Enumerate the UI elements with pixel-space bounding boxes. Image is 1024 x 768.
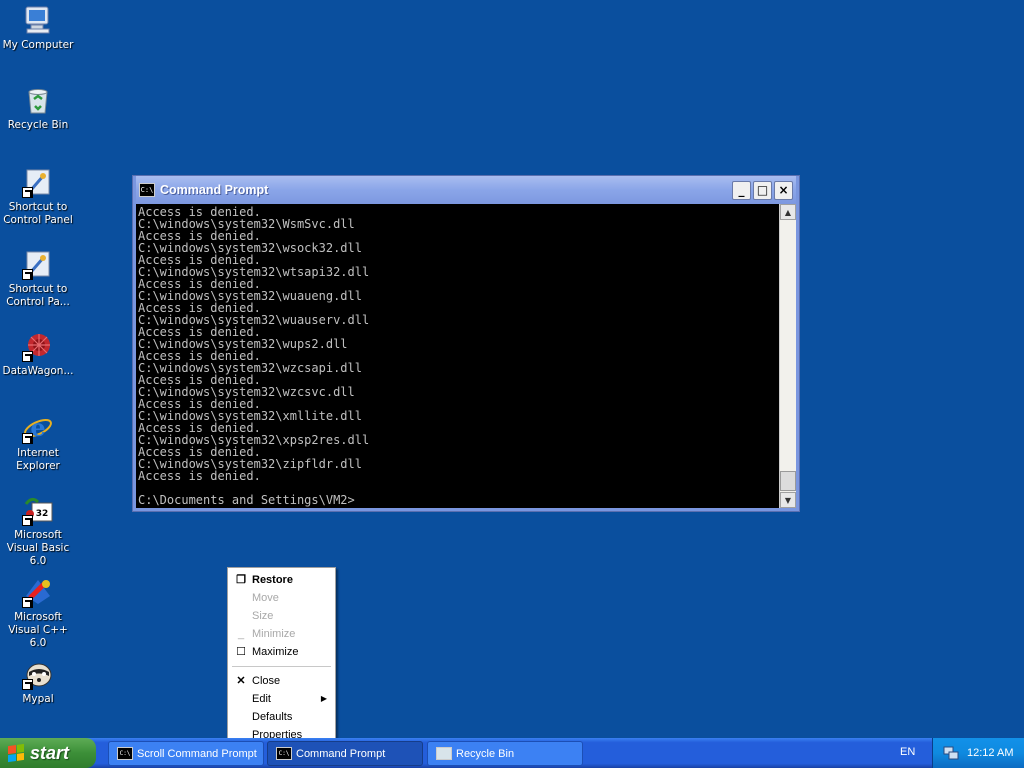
- menu-item-label: Maximize: [252, 646, 299, 658]
- cmd-icon: C:\: [276, 747, 292, 760]
- menu-item-edit[interactable]: Edit ▶: [230, 690, 333, 708]
- desktop-icon-label: Recycle Bin: [7, 119, 69, 131]
- mypal-icon: [22, 658, 54, 690]
- vertical-scrollbar[interactable]: ▲ ▼: [779, 204, 796, 508]
- desktop-icon-label: Internet Explorer: [16, 447, 60, 472]
- submenu-arrow-icon: ▶: [320, 694, 327, 703]
- menu-item-label: Minimize: [252, 628, 296, 640]
- desktop-icon-label: Mypal: [22, 693, 54, 705]
- menu-separator: [232, 666, 331, 667]
- system-tray: 12:12 AM: [932, 738, 1024, 768]
- menu-item-label: Move: [252, 592, 279, 604]
- menu-item-defaults[interactable]: Defaults: [230, 708, 333, 726]
- shortcut-arrow-icon: [22, 269, 33, 280]
- shortcut-arrow-icon: [22, 351, 33, 362]
- scrollbar-thumb[interactable]: [780, 471, 796, 491]
- close-button[interactable]: ×: [774, 180, 793, 200]
- desktop-icon-visual-basic[interactable]: 32 Microsoft Visual Basic 6.0: [0, 494, 76, 568]
- desktop-icon-datawagon[interactable]: DataWagon...: [0, 330, 76, 378]
- close-icon: ✕: [236, 675, 246, 687]
- visual-basic-icon: 32: [22, 494, 54, 526]
- menu-item-move: Move: [230, 589, 333, 607]
- taskbar-button-label: Recycle Bin: [456, 747, 515, 760]
- desktop-icon-label: Microsoft Visual Basic 6.0: [6, 529, 70, 567]
- menu-item-label: Defaults: [252, 711, 293, 723]
- cmd-icon: C:\: [117, 747, 133, 760]
- desktop-icon-label: My Computer: [2, 39, 74, 51]
- shortcut-arrow-icon: [22, 433, 33, 444]
- desktop-icon-control-panel[interactable]: Shortcut to Control Panel: [0, 166, 76, 227]
- desktop-icon-label: Microsoft Visual C++ 6.0: [8, 611, 68, 649]
- desktop-icon-label: Shortcut to Control Panel: [3, 201, 73, 226]
- start-label: start: [30, 742, 70, 763]
- system-menu: ❐ Restore Move Size _ Minimize ☐ Maximiz…: [227, 567, 336, 749]
- window-title: Command Prompt: [160, 183, 269, 197]
- maximize-icon: ☐: [236, 646, 246, 658]
- desktop-icon-label: DataWagon...: [2, 365, 74, 377]
- console-output[interactable]: Access is denied. C:\windows\system32\Ws…: [136, 204, 779, 508]
- language-indicator[interactable]: EN: [900, 746, 915, 758]
- recycle-bin-icon: [22, 84, 54, 116]
- cmd-icon[interactable]: C:\: [139, 183, 155, 197]
- datawagon-icon: [22, 330, 54, 362]
- taskbar-button-command-prompt[interactable]: C:\ Command Prompt: [267, 741, 423, 766]
- desktop-icon-my-computer[interactable]: My Computer: [0, 4, 76, 52]
- clock[interactable]: 12:12 AM: [967, 747, 1013, 759]
- minimize-icon: _: [237, 628, 245, 640]
- menu-item-minimize: _ Minimize: [230, 625, 333, 643]
- recycle-bin-icon: [436, 747, 452, 760]
- menu-item-label: Edit: [252, 693, 271, 705]
- taskbar: start C:\ Scroll Command Prompt C:\ Comm…: [0, 738, 1024, 768]
- title-bar[interactable]: C:\ Command Prompt _ □ ×: [136, 176, 796, 204]
- menu-item-size: Size: [230, 607, 333, 625]
- restore-icon: ❐: [236, 574, 246, 586]
- control-panel-icon: [22, 248, 54, 280]
- taskbar-button-scroll-command-prompt[interactable]: C:\ Scroll Command Prompt: [108, 741, 264, 766]
- taskbar-button-recycle-bin[interactable]: Recycle Bin: [427, 741, 583, 766]
- control-panel-icon: [22, 166, 54, 198]
- desktop-icon-recycle-bin[interactable]: Recycle Bin: [0, 84, 76, 132]
- taskbar-button-label: Command Prompt: [296, 747, 386, 760]
- menu-item-label: Close: [252, 675, 281, 687]
- desktop-icon-label: Shortcut to Control Pa...: [6, 283, 70, 308]
- menu-item-restore[interactable]: ❐ Restore: [230, 571, 333, 589]
- shortcut-arrow-icon: [22, 187, 33, 198]
- menu-item-label: Restore: [252, 574, 293, 586]
- taskbar-button-label: Scroll Command Prompt: [137, 747, 257, 760]
- menu-item-maximize[interactable]: ☐ Maximize: [230, 643, 333, 661]
- start-button[interactable]: start: [0, 738, 96, 768]
- desktop-icon-internet-explorer[interactable]: e Internet Explorer: [0, 412, 76, 473]
- my-computer-icon: [22, 4, 54, 36]
- desktop-icon-mypal[interactable]: Mypal: [0, 658, 76, 706]
- windows-logo-icon: [8, 743, 24, 763]
- shortcut-arrow-icon: [22, 597, 33, 608]
- shortcut-arrow-icon: [22, 515, 33, 526]
- command-prompt-window[interactable]: C:\ Command Prompt _ □ × Access is denie…: [132, 175, 800, 512]
- scroll-down-button[interactable]: ▼: [780, 492, 796, 508]
- maximize-button[interactable]: □: [753, 180, 772, 200]
- desktop-icon-control-panel-2[interactable]: Shortcut to Control Pa...: [0, 248, 76, 309]
- minimize-button[interactable]: _: [732, 180, 751, 200]
- internet-explorer-icon: e: [22, 412, 54, 444]
- menu-item-close[interactable]: ✕ Close: [230, 672, 333, 690]
- visual-cpp-icon: [22, 576, 54, 608]
- scroll-up-button[interactable]: ▲: [780, 204, 796, 220]
- console-area[interactable]: Access is denied. C:\windows\system32\Ws…: [136, 204, 796, 508]
- shortcut-arrow-icon: [22, 679, 33, 690]
- svg-text:32: 32: [36, 509, 49, 519]
- desktop-icon-visual-cpp[interactable]: Microsoft Visual C++ 6.0: [0, 576, 76, 650]
- network-icon[interactable]: [943, 745, 959, 761]
- menu-item-label: Size: [252, 610, 274, 622]
